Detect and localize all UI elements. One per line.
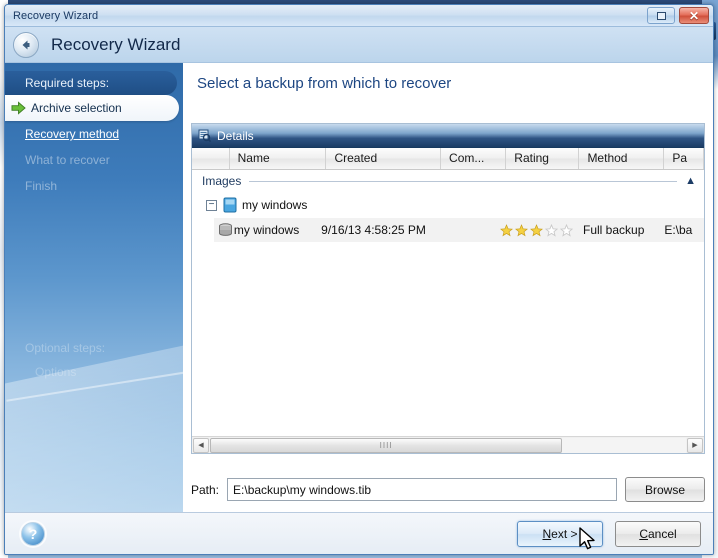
star-filled-icon (499, 223, 513, 236)
cell-path: E:\ba (664, 223, 693, 237)
wizard-steps-sidebar: Required steps: Archive selection Recove… (5, 63, 183, 512)
browse-button[interactable]: Browse (625, 477, 705, 502)
details-panel: Details Name Created Com... Rating Metho… (191, 123, 705, 454)
green-arrow-icon (11, 101, 26, 115)
window-footer: ? Next > Cancel (5, 512, 713, 554)
disk-stack-icon (218, 223, 234, 237)
cancel-button[interactable]: Cancel (615, 520, 701, 547)
help-question-icon[interactable]: ? (21, 521, 45, 546)
group-row-label: Images (202, 174, 242, 188)
close-icon: ✕ (688, 8, 700, 23)
chevron-up-icon[interactable]: ▲ (685, 175, 696, 187)
sidebar-item-finish: Finish (5, 173, 183, 199)
window-titlebar: Recovery Wizard ✕ (5, 5, 713, 27)
tree-node-my-windows[interactable]: − my windows (192, 192, 704, 218)
restore-button[interactable] (647, 7, 675, 24)
column-header-name[interactable]: Name (230, 148, 327, 169)
column-header-method[interactable]: Method (579, 148, 665, 169)
star-empty-icon (559, 223, 573, 237)
next-button-label: Next > (542, 526, 578, 541)
next-button[interactable]: Next > (517, 520, 603, 547)
star-empty-icon (544, 223, 558, 237)
column-header-select[interactable] (192, 148, 230, 169)
column-header-created[interactable]: Created (326, 148, 442, 169)
scrollbar-grip: IIII (379, 440, 393, 450)
sidebar-item-options: Options (35, 365, 77, 379)
sidebar-item-label: Finish (25, 179, 58, 193)
grid-body: Images ▲ − my windows my windows 9/16/13… (192, 170, 704, 436)
sidebar-item-label: Archive selection (31, 101, 122, 115)
group-row-images[interactable]: Images ▲ (192, 170, 704, 192)
path-label: Path: (191, 482, 220, 497)
sidebar-item-archive-selection[interactable]: Archive selection (5, 95, 179, 121)
cell-name: my windows (233, 223, 300, 237)
minus-icon[interactable]: − (206, 199, 217, 211)
cell-method: Full backup (583, 223, 645, 237)
column-header-path[interactable]: Pa (664, 148, 705, 169)
scrollbar-thumb[interactable]: IIII (210, 437, 563, 453)
cancel-button-label: Cancel (639, 526, 677, 541)
details-panel-header: Details (192, 124, 704, 148)
sidebar-item-recovery-method[interactable]: Recovery method (5, 121, 183, 147)
table-row[interactable]: my windows 9/16/13 4:58:25 PM Full backu… (214, 218, 704, 242)
triangle-right-icon[interactable]: ▶ (687, 437, 703, 453)
page-title: Select a backup from which to recover (197, 75, 452, 92)
triangle-left-icon[interactable]: ◀ (193, 437, 209, 453)
cell-rating[interactable] (499, 223, 583, 237)
tree-node-label: my windows (242, 198, 308, 212)
details-panel-title: Details (217, 128, 254, 143)
grid-column-headers: Name Created Com... Rating Method Pa (192, 148, 705, 170)
path-row: Path: Browse (191, 477, 705, 502)
optional-steps-heading: Optional steps: (25, 341, 106, 355)
window-title-text: Recovery Wizard (13, 9, 99, 22)
sidebar-item-what-to-recover: What to recover (5, 147, 183, 173)
details-magnifier-icon (198, 129, 211, 142)
archive-icon (223, 197, 237, 213)
scrollbar-track[interactable]: IIII (210, 437, 686, 453)
horizontal-scrollbar[interactable]: ◀ IIII ▶ (192, 436, 704, 453)
main-content: Select a backup from which to recover De… (183, 63, 713, 512)
restore-icon (656, 11, 666, 20)
window-body: Required steps: Archive selection Recove… (5, 63, 713, 512)
back-arrow-icon (22, 40, 30, 49)
required-steps-heading: Required steps: (5, 71, 177, 95)
sidebar-item-label: What to recover (25, 153, 110, 167)
star-filled-icon (529, 223, 543, 236)
path-input[interactable] (227, 478, 617, 501)
back-button[interactable] (13, 31, 39, 58)
group-row-divider (249, 180, 678, 182)
close-button[interactable]: ✕ (679, 7, 709, 24)
recovery-wizard-window: Recovery Wizard ✕ Recovery Wizard Requir… (4, 4, 714, 555)
page-header-title: Recovery Wizard (51, 34, 181, 54)
window-controls: ✕ (647, 7, 709, 24)
star-filled-icon (514, 223, 528, 236)
sidebar-item-label: Recovery method (25, 127, 120, 141)
wizard-header: Recovery Wizard (5, 27, 713, 63)
column-header-rating[interactable]: Rating (506, 148, 580, 169)
column-header-compression[interactable]: Com... (441, 148, 507, 169)
cell-created: 9/16/13 4:58:25 PM (321, 223, 426, 237)
